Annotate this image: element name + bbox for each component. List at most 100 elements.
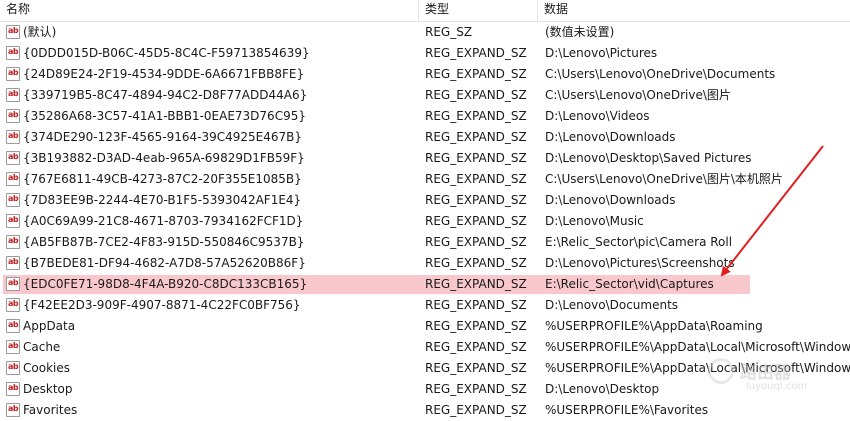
value-name-cell[interactable]: ab {EDC0FE71-98D8-4F4A-B920-C8DC133CB165} xyxy=(6,274,416,295)
column-header: 名称 类型 数据 xyxy=(0,0,850,22)
value-name-cell[interactable]: ab {374DE290-123F-4565-9164-39C4925E467B} xyxy=(6,127,416,148)
value-type: REG_EXPAND_SZ xyxy=(425,277,527,291)
value-data: D:\Lenovo\Pictures xyxy=(545,46,658,60)
table-row-selected[interactable]: ab {EDC0FE71-98D8-4F4A-B920-C8DC133CB165}… xyxy=(0,274,850,295)
string-value-icon: ab xyxy=(6,235,20,249)
value-name: {7D83EE9B-2244-4E70-B1F5-5393042AF1E4} xyxy=(23,193,302,207)
string-value-icon: ab xyxy=(6,319,20,333)
table-row[interactable]: ab Desktop REG_EXPAND_SZ D:\Lenovo\Desktop xyxy=(0,379,850,400)
value-name: {339719B5-8C47-4894-94C2-D8F77ADD44A6} xyxy=(23,88,308,102)
value-type: REG_EXPAND_SZ xyxy=(425,88,527,102)
value-name: {374DE290-123F-4565-9164-39C4925E467B} xyxy=(23,130,303,144)
registry-values-list: ab (默认) REG_SZ (数值未设置) ab {0DDD015D-B06C-45D5… xyxy=(0,22,850,421)
value-name: {EDC0FE71-98D8-4F4A-B920-C8DC133CB165} xyxy=(23,277,308,291)
value-name: Desktop xyxy=(23,382,73,396)
value-type: REG_EXPAND_SZ xyxy=(425,193,527,207)
value-type: REG_EXPAND_SZ xyxy=(425,382,527,396)
value-name-cell[interactable]: ab {7D83EE9B-2244-4E70-B1F5-5393042AF1E4} xyxy=(6,190,416,211)
table-row[interactable]: ab {AB5FB87B-7CE2-4F83-915D-550846C9537B}… xyxy=(0,232,850,253)
value-name: {35286A68-3C57-41A1-BBB1-0EAE73D76C95} xyxy=(23,109,306,123)
value-data: D:\Lenovo\Downloads xyxy=(545,193,676,207)
value-type: REG_EXPAND_SZ xyxy=(425,235,527,249)
value-type: REG_EXPAND_SZ xyxy=(425,319,527,333)
table-row[interactable]: ab {3B193882-D3AD-4eab-965A-69829D1FB59F}… xyxy=(0,148,850,169)
value-data: D:\Lenovo\Downloads xyxy=(545,130,676,144)
value-type: REG_EXPAND_SZ xyxy=(425,361,527,375)
value-name-cell[interactable]: ab {F42EE2D3-909F-4907-8871-4C22FC0BF756} xyxy=(6,295,416,316)
value-name-cell[interactable]: ab {AB5FB87B-7CE2-4F83-915D-550846C9537B} xyxy=(6,232,416,253)
value-name: Cache xyxy=(23,340,61,354)
value-name: {767E6811-49CB-4273-87C2-20F355E1085B} xyxy=(23,172,302,186)
value-name-cell[interactable]: ab Desktop xyxy=(6,379,416,400)
value-name: {B7BEDE81-DF94-4682-A7D8-57A52620B86F} xyxy=(23,256,306,270)
value-name-cell[interactable]: ab {35286A68-3C57-41A1-BBB1-0EAE73D76C95} xyxy=(6,106,416,127)
value-name-cell[interactable]: ab {24D89E24-2F19-4534-9DDE-6A6671FBB8FE} xyxy=(6,64,416,85)
value-type: REG_EXPAND_SZ xyxy=(425,109,527,123)
table-row[interactable]: ab {339719B5-8C47-4894-94C2-D8F77ADD44A6}… xyxy=(0,85,850,106)
table-row[interactable]: ab {A0C69A99-21C8-4671-8703-7934162FCF1D}… xyxy=(0,211,850,232)
value-name-cell[interactable]: ab Favorites xyxy=(6,400,416,421)
value-data: D:\Lenovo\Desktop\Saved Pictures xyxy=(545,151,752,165)
table-row[interactable]: ab {7D83EE9B-2244-4E70-B1F5-5393042AF1E4}… xyxy=(0,190,850,211)
value-name: {3B193882-D3AD-4eab-965A-69829D1FB59F} xyxy=(23,151,305,165)
column-header-data[interactable]: 数据 xyxy=(538,0,850,21)
value-name-cell[interactable]: ab {767E6811-49CB-4273-87C2-20F355E1085B} xyxy=(6,169,416,190)
value-data: %USERPROFILE%\AppData\Roaming xyxy=(545,319,763,333)
string-value-icon: ab xyxy=(6,25,20,39)
table-row[interactable]: ab Favorites REG_EXPAND_SZ %USERPROFILE%\Fa… xyxy=(0,400,850,421)
value-name: Cookies xyxy=(23,361,70,375)
value-name-cell[interactable]: ab AppData xyxy=(6,316,416,337)
value-name: AppData xyxy=(23,319,76,333)
value-name-cell[interactable]: ab Cache xyxy=(6,337,416,358)
table-row[interactable]: ab AppData REG_EXPAND_SZ %USERPROFILE%\AppD… xyxy=(0,316,850,337)
value-name: {AB5FB87B-7CE2-4F83-915D-550846C9537B} xyxy=(23,235,305,249)
value-data: D:\Lenovo\Videos xyxy=(545,109,650,123)
value-name-cell[interactable]: ab (默认) xyxy=(6,22,416,43)
value-data: C:\Users\Lenovo\OneDrive\图片 xyxy=(545,88,731,102)
table-row[interactable]: ab {35286A68-3C57-41A1-BBB1-0EAE73D76C95}… xyxy=(0,106,850,127)
value-name: (默认) xyxy=(23,25,57,39)
value-data: %USERPROFILE%\Favorites xyxy=(545,403,709,417)
value-type: REG_EXPAND_SZ xyxy=(425,298,527,312)
table-row[interactable]: ab {0DDD015D-B06C-45D5-8C4C-F59713854639}… xyxy=(0,43,850,64)
string-value-icon: ab xyxy=(6,67,20,81)
table-row[interactable]: ab {F42EE2D3-909F-4907-8871-4C22FC0BF756}… xyxy=(0,295,850,316)
string-value-icon: ab xyxy=(6,88,20,102)
value-name-cell[interactable]: ab Cookies xyxy=(6,358,416,379)
string-value-icon: ab xyxy=(6,340,20,354)
value-data: D:\Lenovo\Pictures\Screenshots xyxy=(545,256,735,270)
string-value-icon: ab xyxy=(6,277,20,291)
value-type: REG_EXPAND_SZ xyxy=(425,151,527,165)
value-data: %USERPROFILE%\AppData\Local\Microsoft\Wi… xyxy=(545,340,850,354)
column-header-name[interactable]: 名称 xyxy=(0,0,419,21)
string-value-icon: ab xyxy=(6,151,20,165)
table-row[interactable]: ab {24D89E24-2F19-4534-9DDE-6A6671FBB8FE}… xyxy=(0,64,850,85)
value-data: (数值未设置) xyxy=(545,25,615,39)
value-name-cell[interactable]: ab {0DDD015D-B06C-45D5-8C4C-F59713854639} xyxy=(6,43,416,64)
string-value-icon: ab xyxy=(6,403,20,417)
value-data: D:\Lenovo\Documents xyxy=(545,298,679,312)
value-type: REG_EXPAND_SZ xyxy=(425,256,527,270)
string-value-icon: ab xyxy=(6,130,20,144)
value-type: REG_EXPAND_SZ xyxy=(425,172,527,186)
column-header-type[interactable]: 类型 xyxy=(419,0,538,21)
table-row[interactable]: ab Cookies REG_EXPAND_SZ %USERPROFILE%\AppD… xyxy=(0,358,850,379)
value-name-cell[interactable]: ab {A0C69A99-21C8-4671-8703-7934162FCF1D} xyxy=(6,211,416,232)
value-type: REG_EXPAND_SZ xyxy=(425,130,527,144)
string-value-icon: ab xyxy=(6,172,20,186)
string-value-icon: ab xyxy=(6,256,20,270)
value-name: {A0C69A99-21C8-4671-8703-7934162FCF1D} xyxy=(23,214,304,228)
value-name-cell[interactable]: ab {339719B5-8C47-4894-94C2-D8F77ADD44A6} xyxy=(6,85,416,106)
string-value-icon: ab xyxy=(6,46,20,60)
value-type: REG_EXPAND_SZ xyxy=(425,340,527,354)
table-row[interactable]: ab (默认) REG_SZ (数值未设置) xyxy=(0,22,850,43)
table-row[interactable]: ab Cache REG_EXPAND_SZ %USERPROFILE%\AppDat… xyxy=(0,337,850,358)
value-type: REG_EXPAND_SZ xyxy=(425,67,527,81)
value-name-cell[interactable]: ab {B7BEDE81-DF94-4682-A7D8-57A52620B86F} xyxy=(6,253,416,274)
string-value-icon: ab xyxy=(6,298,20,312)
table-row[interactable]: ab {767E6811-49CB-4273-87C2-20F355E1085B}… xyxy=(0,169,850,190)
table-row[interactable]: ab {B7BEDE81-DF94-4682-A7D8-57A52620B86F}… xyxy=(0,253,850,274)
value-data: %USERPROFILE%\AppData\Local\Microsoft\Wi… xyxy=(545,361,850,375)
table-row[interactable]: ab {374DE290-123F-4565-9164-39C4925E467B}… xyxy=(0,127,850,148)
value-name-cell[interactable]: ab {3B193882-D3AD-4eab-965A-69829D1FB59F} xyxy=(6,148,416,169)
